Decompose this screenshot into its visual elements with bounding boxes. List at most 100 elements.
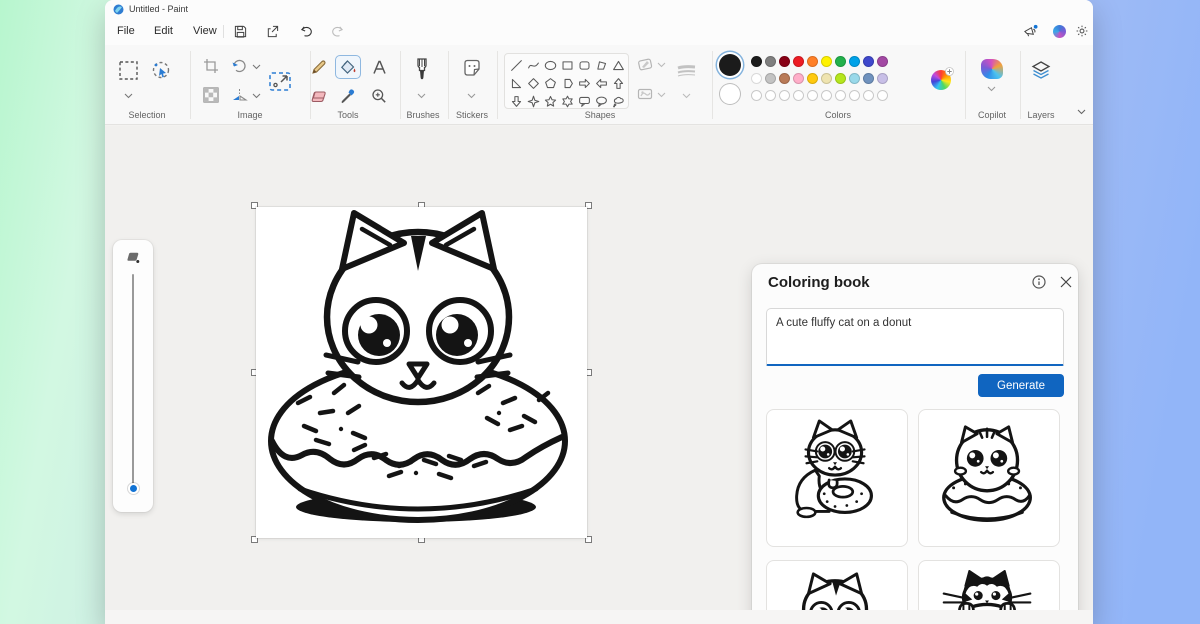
stroke-dropdown-chevron-icon[interactable] xyxy=(682,93,691,99)
shape-rectangle-icon[interactable] xyxy=(559,56,576,74)
shape-callout-oval-icon[interactable] xyxy=(593,92,610,109)
color-swatch-ffffff[interactable] xyxy=(751,73,762,84)
rectangle-select-icon[interactable] xyxy=(118,60,139,86)
color-swatch-empty-8[interactable] xyxy=(863,90,874,101)
remove-background-icon[interactable] xyxy=(203,87,219,108)
brushes-dropdown-chevron-icon[interactable] xyxy=(417,93,426,99)
stickers-dropdown-chevron-icon[interactable] xyxy=(467,93,476,99)
size-slider-track[interactable] xyxy=(132,274,134,486)
color-picker-tool[interactable] xyxy=(335,84,361,108)
info-icon[interactable] xyxy=(1032,275,1046,289)
shape-hexagon-icon[interactable] xyxy=(559,74,576,92)
outline-dropdown-chevron-icon[interactable] xyxy=(657,62,666,68)
color-swatch-ffaec9[interactable] xyxy=(793,73,804,84)
paint-canvas[interactable] xyxy=(256,207,587,538)
secondary-color-swatch[interactable] xyxy=(719,83,741,105)
flip-icon[interactable] xyxy=(231,88,248,108)
color-swatch-c8bfe7[interactable] xyxy=(877,73,888,84)
panel-close-icon[interactable] xyxy=(1060,276,1072,288)
color-swatch-empty-2[interactable] xyxy=(779,90,790,101)
prompt-input[interactable]: A cute fluffy cat on a donut xyxy=(766,308,1064,366)
ribbon-collapse-chevron-icon[interactable] xyxy=(1077,109,1086,115)
color-swatch-00a2e8[interactable] xyxy=(849,56,860,67)
shape-arrow-right-icon[interactable] xyxy=(576,74,593,92)
color-swatch-empty-1[interactable] xyxy=(765,90,776,101)
color-swatch-880015[interactable] xyxy=(779,56,790,67)
color-swatch-b5e61d[interactable] xyxy=(835,73,846,84)
thumbnail-cat-hugging-donut[interactable] xyxy=(766,409,908,547)
shape-fill-icon[interactable] xyxy=(637,87,654,106)
shape-line-icon[interactable] xyxy=(508,56,525,74)
color-swatch-3f48cc[interactable] xyxy=(863,56,874,67)
magnifier-tool[interactable] xyxy=(366,84,392,108)
rotate-dropdown-chevron-icon[interactable] xyxy=(252,64,261,70)
shape-arrow-down-icon[interactable] xyxy=(508,92,525,109)
save-icon[interactable] xyxy=(232,23,248,39)
color-swatch-empty-9[interactable] xyxy=(877,90,888,101)
shape-outline-icon[interactable] xyxy=(637,57,654,77)
layers-icon[interactable] xyxy=(1030,60,1052,87)
color-swatch-empty-3[interactable] xyxy=(793,90,804,101)
color-swatch-ffc90e[interactable] xyxy=(807,73,818,84)
color-swatch-empty-5[interactable] xyxy=(821,90,832,101)
color-swatch-empty-0[interactable] xyxy=(751,90,762,101)
color-swatch-99d9ea[interactable] xyxy=(849,73,860,84)
primary-color-swatch[interactable] xyxy=(719,54,741,76)
crop-icon[interactable] xyxy=(203,58,219,79)
color-swatch-22b14c[interactable] xyxy=(835,56,846,67)
color-swatch-empty-7[interactable] xyxy=(849,90,860,101)
shape-diamond-icon[interactable] xyxy=(525,74,542,92)
text-tool[interactable] xyxy=(366,55,392,79)
undo-icon[interactable] xyxy=(299,23,315,39)
menu-edit[interactable]: Edit xyxy=(150,24,177,38)
color-swatch-ed1c24[interactable] xyxy=(793,56,804,67)
announcement-icon[interactable] xyxy=(1022,23,1038,39)
menu-view[interactable]: View xyxy=(189,24,221,38)
thumbnail-round-cat-on-donut[interactable] xyxy=(918,409,1060,547)
color-swatch-empty-6[interactable] xyxy=(835,90,846,101)
shape-callout-cloud-icon[interactable] xyxy=(610,92,627,109)
shape-curve-icon[interactable] xyxy=(525,56,542,74)
stickers-icon[interactable] xyxy=(462,58,482,83)
copilot-dropdown-chevron-icon[interactable] xyxy=(987,86,996,92)
copilot-logo-icon[interactable] xyxy=(981,59,1003,79)
shape-arrow-left-icon[interactable] xyxy=(593,74,610,92)
color-swatch-7092be[interactable] xyxy=(863,73,874,84)
color-swatch-empty-4[interactable] xyxy=(807,90,818,101)
shape-star-six-icon[interactable] xyxy=(559,92,576,109)
shape-callout-rounded-icon[interactable] xyxy=(576,92,593,109)
stroke-width-icon[interactable] xyxy=(676,63,698,86)
color-swatch-fff200[interactable] xyxy=(821,56,832,67)
eraser-tool[interactable] xyxy=(305,84,331,108)
flip-dropdown-chevron-icon[interactable] xyxy=(252,93,261,99)
select-dropdown-chevron-icon[interactable] xyxy=(124,93,133,99)
copilot-sphere-icon[interactable] xyxy=(1051,23,1067,39)
pencil-tool[interactable] xyxy=(305,55,331,79)
shape-pentagon-icon[interactable] xyxy=(542,74,559,92)
color-swatch-7f7f7f[interactable] xyxy=(765,56,776,67)
shape-triangle-icon[interactable] xyxy=(610,56,627,74)
redo-icon[interactable] xyxy=(329,23,345,39)
shape-right-triangle-icon[interactable] xyxy=(508,74,525,92)
color-swatch-a349a4[interactable] xyxy=(877,56,888,67)
color-swatch-b97a57[interactable] xyxy=(779,73,790,84)
size-slider-thumb[interactable] xyxy=(128,483,139,494)
color-swatch-c3c3c3[interactable] xyxy=(765,73,776,84)
fill-dropdown-chevron-icon[interactable] xyxy=(657,92,666,98)
fill-tool-selected[interactable] xyxy=(335,55,361,79)
resize-image-icon[interactable] xyxy=(268,69,292,98)
shape-rounded-rectangle-icon[interactable] xyxy=(576,56,593,74)
shape-star-five-icon[interactable] xyxy=(542,92,559,109)
settings-gear-icon[interactable] xyxy=(1074,23,1090,39)
generate-button[interactable]: Generate xyxy=(978,374,1064,397)
menu-file[interactable]: File xyxy=(113,24,139,38)
rotate-icon[interactable] xyxy=(231,58,248,79)
shape-arrow-up-icon[interactable] xyxy=(610,74,627,92)
share-icon[interactable] xyxy=(264,23,280,39)
shape-star-four-icon[interactable] xyxy=(525,92,542,109)
shape-polygon-icon[interactable] xyxy=(593,56,610,74)
color-swatch-1b1b1b[interactable] xyxy=(751,56,762,67)
shape-oval-icon[interactable] xyxy=(542,56,559,74)
brushes-icon[interactable] xyxy=(413,57,431,86)
color-swatch-efe4b0[interactable] xyxy=(821,73,832,84)
